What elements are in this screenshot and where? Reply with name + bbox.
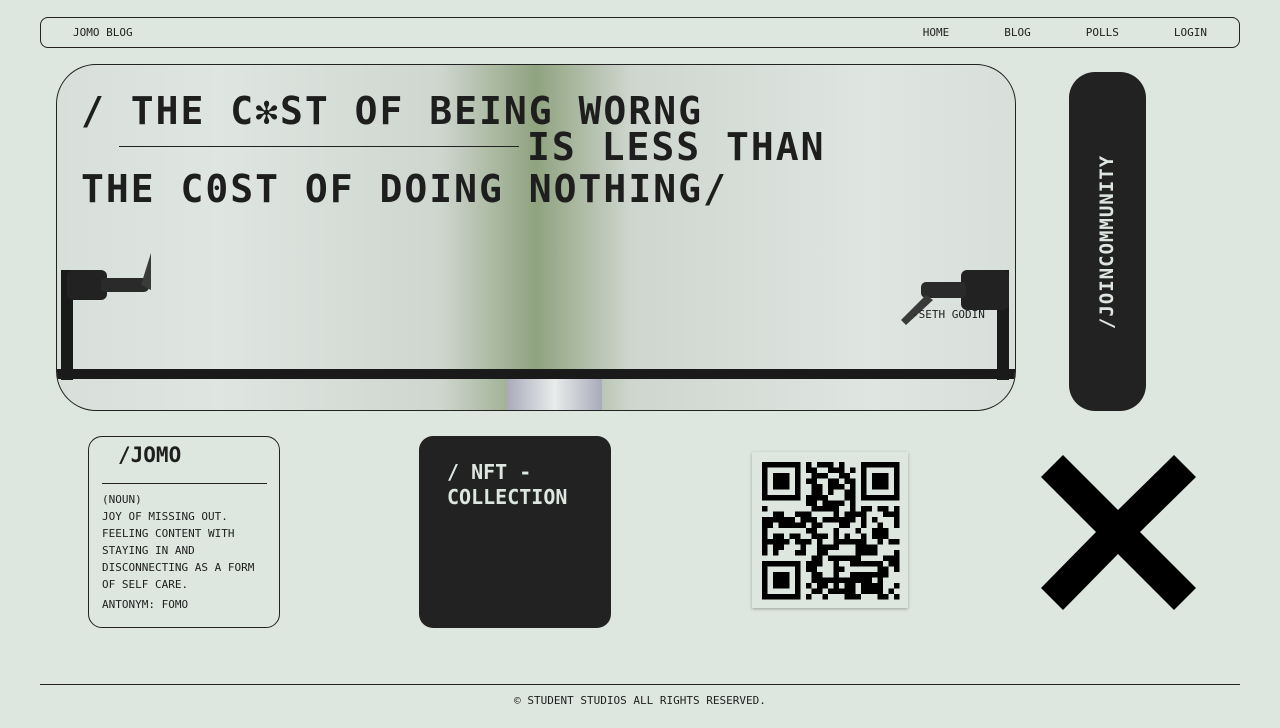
brand-link[interactable]: JOMO BLOG [73,26,133,39]
nav-home[interactable]: HOME [923,26,950,39]
join-community-button[interactable]: /JOINCOMMUNITY [1069,72,1146,411]
top-nav: JOMO BLOG HOME BLOG POLLS LOGIN [40,17,1240,48]
quote-line-2: IS LESS THAN [527,125,826,169]
jomo-divider [102,483,267,484]
qr-code-icon[interactable] [752,452,908,608]
nav-login[interactable]: LOGIN [1174,26,1207,39]
nav-links: HOME BLOG POLLS LOGIN [868,26,1207,39]
jomo-title: /JOMO [118,443,182,467]
clamp-bar-image [57,369,1015,379]
nav-blog[interactable]: BLOG [1004,26,1031,39]
join-community-label: /JOINCOMMUNITY [1096,154,1119,329]
quote-author: -SETH GODIN [912,308,985,321]
footer-divider [40,684,1240,685]
quote-line-3: THE C0ST OF DOING NOTHING/ [81,167,728,211]
x-mark-icon[interactable] [1041,455,1196,610]
nft-collection-button[interactable]: / NFT - COLLECTION [419,436,611,628]
nav-polls[interactable]: POLLS [1086,26,1119,39]
clamp-left-image [61,252,151,380]
hero-quote-card: / THE C✻ST OF BEING WORNG IS LESS THAN T… [56,64,1016,411]
footer-copyright: © STUDENT STUDIOS ALL RIGHTS RESERVED. [514,694,766,707]
quote-divider [119,146,519,147]
jomo-antonym: ANTONYM: FOMO [102,598,189,611]
vase-image [507,379,602,410]
jomo-definition-card: /JOMO (NOUN) JOY OF MISSING OUT. FEELING… [88,436,280,628]
jomo-definition: (NOUN) JOY OF MISSING OUT. FEELING CONTE… [102,493,255,591]
